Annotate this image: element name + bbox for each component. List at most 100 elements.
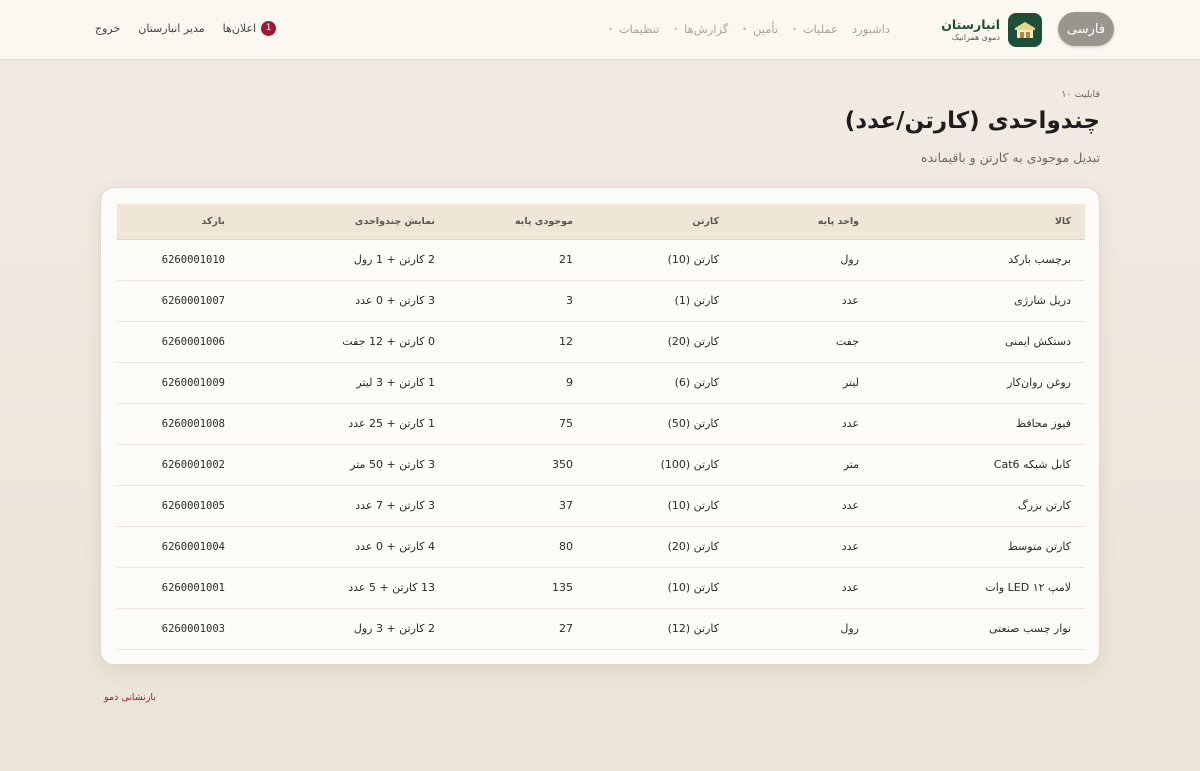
cell-item: برچسب بارکد (873, 239, 1085, 281)
table-row: دستکش ایمنی جفت کارتن (20) 12 0 کارتن + … (117, 321, 1085, 363)
language-button[interactable]: فارسی (1058, 12, 1114, 46)
cell-barcode: 6260001004 (117, 526, 239, 568)
cell-barcode: 6260001006 (117, 321, 239, 363)
cell-base-unit: جفت (733, 321, 873, 363)
nav-item-settings[interactable]: تنظیمات • (608, 22, 659, 36)
cell-base-unit: عدد (733, 280, 873, 322)
cell-item: فیوز محافظ (873, 403, 1085, 445)
cell-barcode: 6260001005 (117, 485, 239, 527)
cell-base-unit: لیتر (733, 362, 873, 404)
cell-barcode: 6260001010 (117, 239, 239, 281)
table-row: روغن روان‌کار لیتر کارتن (6) 9 1 کارتن +… (117, 362, 1085, 404)
user-name[interactable]: مدیر انبارستان (138, 22, 204, 35)
brand-subtitle: دموی همرانیک (951, 33, 1000, 42)
logout-link[interactable]: خروج (95, 22, 120, 35)
cell-item: نوار چسب صنعتی (873, 608, 1085, 650)
cell-base-stock: 135 (449, 567, 587, 609)
page-subtitle: تبدیل موجودی به کارتن و باقیمانده (921, 150, 1100, 165)
cell-base-stock: 9 (449, 362, 587, 404)
cell-base-stock: 27 (449, 608, 587, 650)
cell-base-unit: عدد (733, 567, 873, 609)
cell-barcode: 6260001002 (117, 444, 239, 486)
cell-item: کابل شبکه Cat6 (873, 444, 1085, 486)
top-bar: فارسی انبارستان دموی همرانیک داشبورد عمل… (0, 0, 1200, 60)
cell-barcode: 6260001001 (117, 567, 239, 609)
cell-base-unit: عدد (733, 485, 873, 527)
notifications-link[interactable]: 1 اعلان‌ها (223, 20, 277, 36)
cell-base-stock: 21 (449, 239, 587, 281)
cell-item: کارتن متوسط (873, 526, 1085, 568)
cell-base-unit: عدد (733, 403, 873, 445)
cell-base-stock: 12 (449, 321, 587, 363)
column-header-barcode: بارکد (117, 204, 239, 240)
units-table: کالا واحد پایه کارتن موجودی پایه نمایش چ… (117, 204, 1085, 650)
table-row: کارتن بزرگ عدد کارتن (10) 37 3 کارتن + 7… (117, 485, 1085, 527)
cell-carton: کارتن (20) (587, 526, 733, 568)
cell-multi-unit: 13 کارتن + 5 عدد (239, 567, 449, 609)
cell-item: دریل شارژی (873, 280, 1085, 322)
column-header-multi-unit: نمایش چندواحدی (239, 204, 449, 240)
cell-base-unit: رول (733, 239, 873, 281)
table-row: کابل شبکه Cat6 متر کارتن (100) 350 3 کار… (117, 444, 1085, 486)
cell-barcode: 6260001009 (117, 362, 239, 404)
cell-multi-unit: 2 کارتن + 1 رول (239, 239, 449, 281)
cell-multi-unit: 3 کارتن + 50 متر (239, 444, 449, 486)
nav-item-dashboard[interactable]: داشبورد (852, 22, 890, 36)
cell-base-stock: 3 (449, 280, 587, 322)
cell-carton: کارتن (20) (587, 321, 733, 363)
cell-base-stock: 350 (449, 444, 587, 486)
cell-base-stock: 80 (449, 526, 587, 568)
cell-multi-unit: 0 کارتن + 12 جفت (239, 321, 449, 363)
cell-item: روغن روان‌کار (873, 362, 1085, 404)
column-header-base-unit: واحد پایه (733, 204, 873, 240)
cell-multi-unit: 1 کارتن + 3 لیتر (239, 362, 449, 404)
column-header-item: کالا (873, 204, 1085, 240)
brand[interactable]: انبارستان دموی همرانیک (941, 12, 1042, 48)
nav-item-supply[interactable]: تأمین • (742, 22, 778, 36)
notifications-badge: 1 (261, 20, 277, 36)
main-nav: داشبورد عملیات • تأمین • گزارش‌ها • تنظیمات… (608, 20, 890, 38)
table-row: نوار چسب صنعتی رول کارتن (12) 27 2 کارتن… (117, 608, 1085, 650)
brand-name: انبارستان (941, 17, 1000, 32)
page-kicker: قابلیت ۱۰ (1061, 89, 1100, 100)
dropdown-dot-icon: • (673, 24, 679, 34)
cell-multi-unit: 4 کارتن + 0 عدد (239, 526, 449, 568)
table-header-row: کالا واحد پایه کارتن موجودی پایه نمایش چ… (117, 204, 1085, 240)
cell-multi-unit: 1 کارتن + 25 عدد (239, 403, 449, 445)
cell-carton: کارتن (50) (587, 403, 733, 445)
cell-item: دستکش ایمنی (873, 321, 1085, 363)
cell-carton: کارتن (10) (587, 567, 733, 609)
table-row: برچسب بارکد رول کارتن (10) 21 2 کارتن + … (117, 239, 1085, 281)
cell-base-unit: رول (733, 608, 873, 650)
dropdown-dot-icon: • (792, 24, 797, 34)
cell-barcode: 6260001007 (117, 280, 239, 322)
units-table-card: کالا واحد پایه کارتن موجودی پایه نمایش چ… (100, 187, 1100, 665)
column-header-carton: کارتن (587, 204, 733, 240)
warehouse-icon (1008, 13, 1042, 47)
cell-barcode: 6260001003 (117, 608, 239, 650)
table-row: دریل شارژی عدد کارتن (1) 3 3 کارتن + 0 ع… (117, 280, 1085, 322)
cell-carton: کارتن (10) (587, 239, 733, 281)
table-row: فیوز محافظ عدد کارتن (50) 75 1 کارتن + 2… (117, 403, 1085, 445)
column-header-base-stock: موجودی پایه (449, 204, 587, 240)
cell-barcode: 6260001008 (117, 403, 239, 445)
cell-carton: کارتن (100) (587, 444, 733, 486)
cell-multi-unit: 3 کارتن + 7 عدد (239, 485, 449, 527)
cell-carton: کارتن (6) (587, 362, 733, 404)
dropdown-dot-icon: • (742, 24, 748, 34)
dropdown-dot-icon: • (608, 24, 613, 34)
nav-item-operations[interactable]: عملیات • (792, 22, 838, 36)
cell-base-stock: 75 (449, 403, 587, 445)
cell-base-unit: عدد (733, 526, 873, 568)
cell-base-stock: 37 (449, 485, 587, 527)
nav-item-reports[interactable]: گزارش‌ها • (673, 22, 728, 36)
user-area: 1 اعلان‌ها مدیر انبارستان خروج (95, 18, 277, 38)
table-row: لامپ LED ۱۲ وات عدد کارتن (10) 135 13 کا… (117, 567, 1085, 609)
cell-multi-unit: 3 کارتن + 0 عدد (239, 280, 449, 322)
page-title: چندواحدی (کارتن/عدد) (844, 108, 1100, 134)
cell-item: لامپ LED ۱۲ وات (873, 567, 1085, 609)
cell-multi-unit: 2 کارتن + 3 رول (239, 608, 449, 650)
reset-demo-link[interactable]: بازنشانی دمو (104, 692, 156, 703)
cell-carton: کارتن (12) (587, 608, 733, 650)
cell-item: کارتن بزرگ (873, 485, 1085, 527)
